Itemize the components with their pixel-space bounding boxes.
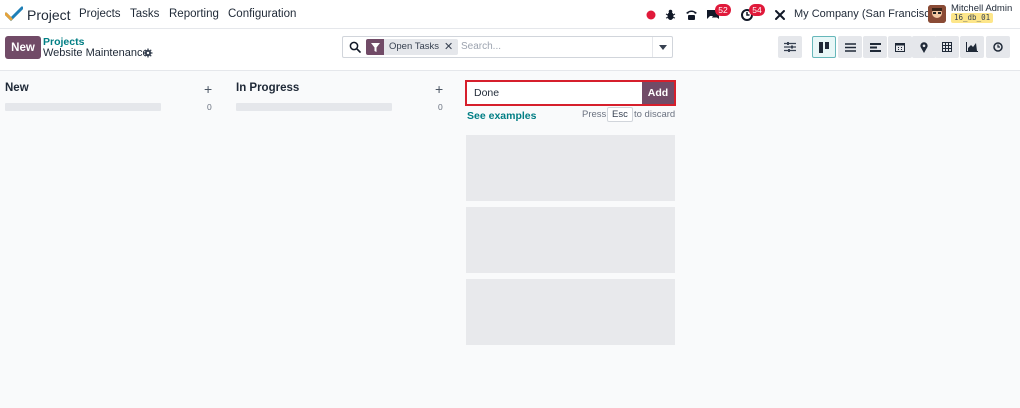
pivot-icon — [942, 42, 952, 52]
quick-create-column: Done Add — [465, 80, 676, 106]
hint-discard: to discard — [634, 109, 676, 120]
filter-settings-icon[interactable] — [778, 36, 802, 58]
filter-icon — [366, 39, 384, 55]
see-examples-link[interactable]: See examples — [467, 110, 536, 122]
form-icon — [869, 42, 881, 52]
placeholder-card — [466, 135, 675, 201]
gear-icon[interactable] — [143, 48, 153, 58]
esc-key-hint: Esc — [607, 107, 633, 122]
graph-icon — [966, 42, 978, 52]
menu-tasks[interactable]: Tasks — [130, 8, 159, 20]
calendar-view-button[interactable] — [888, 36, 912, 58]
column-title-new[interactable]: New — [5, 82, 29, 94]
search-facet[interactable]: Open Tasks ✕ — [366, 39, 459, 55]
column-progress-bar-in-progress[interactable] — [236, 103, 392, 111]
form-view-button[interactable] — [863, 36, 887, 58]
add-task-in-progress-button[interactable]: + — [435, 81, 443, 97]
column-progress-bar-new[interactable] — [5, 103, 161, 111]
menu-configuration[interactable]: Configuration — [228, 8, 296, 20]
top-navbar: Project Projects Tasks Reporting Configu… — [0, 0, 1020, 29]
facet-label: Open Tasks — [389, 41, 439, 52]
graph-view-button[interactable] — [960, 36, 984, 58]
column-name-input[interactable]: Done — [474, 87, 499, 99]
placeholder-card — [466, 207, 675, 273]
control-panel: New Projects Website Maintenance Open Ta… — [0, 29, 1020, 71]
add-column-button[interactable]: Add — [642, 82, 674, 104]
placeholder-card — [466, 279, 675, 345]
column-count-in-progress: 0 — [438, 102, 443, 112]
new-button[interactable]: New — [5, 36, 41, 59]
app-name[interactable]: Project — [27, 7, 71, 23]
column-title-in-progress[interactable]: In Progress — [236, 82, 299, 94]
calendar-icon — [895, 43, 905, 52]
kanban-view-button[interactable] — [812, 36, 836, 58]
recording-dot-icon[interactable] — [643, 7, 659, 23]
chevron-down-icon[interactable] — [652, 37, 672, 57]
add-task-new-button[interactable]: + — [204, 81, 212, 97]
menu-reporting[interactable]: Reporting — [169, 8, 219, 20]
database-badge: 16_db_01 — [951, 13, 994, 23]
project-app-icon[interactable] — [5, 6, 23, 22]
menu-projects[interactable]: Projects — [79, 8, 121, 20]
kanban-icon — [818, 41, 829, 53]
activities-badge: 54 — [749, 4, 765, 16]
map-icon — [920, 41, 928, 53]
search-bar: Open Tasks ✕ Search... — [342, 36, 673, 58]
map-view-button[interactable] — [912, 36, 936, 58]
close-icon[interactable]: ✕ — [444, 39, 453, 55]
tools-icon[interactable] — [772, 7, 788, 23]
bug-icon[interactable] — [662, 7, 678, 23]
company-switcher[interactable]: My Company (San Francisco) — [794, 8, 940, 20]
activity-icon — [993, 42, 1003, 52]
activity-view-button[interactable] — [986, 36, 1010, 58]
user-avatar[interactable] — [928, 5, 946, 23]
page-title: Website Maintenance — [43, 47, 149, 59]
hint-press: Press — [582, 109, 607, 120]
list-view-button[interactable] — [838, 36, 862, 58]
phone-icon[interactable] — [683, 7, 699, 23]
column-count-new: 0 — [207, 102, 212, 112]
search-icon[interactable] — [349, 41, 361, 53]
search-input[interactable]: Search... — [461, 41, 501, 52]
list-icon — [844, 42, 856, 52]
messages-badge: 52 — [715, 4, 731, 16]
pivot-view-button[interactable] — [935, 36, 959, 58]
